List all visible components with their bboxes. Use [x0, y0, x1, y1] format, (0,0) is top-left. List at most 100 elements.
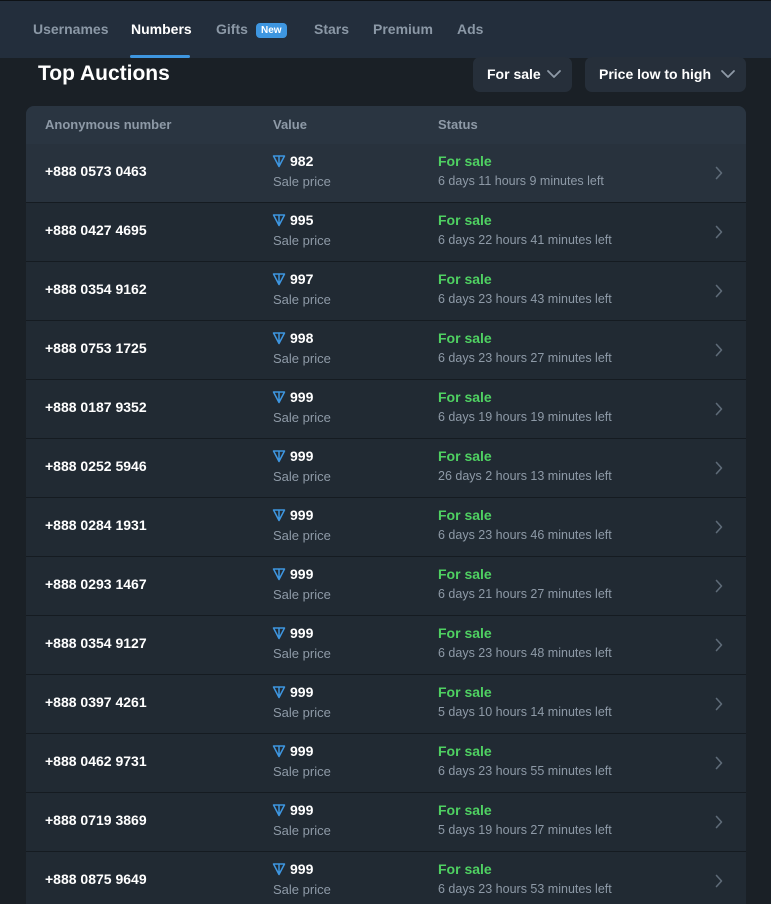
- status-badge: For sale: [438, 153, 492, 169]
- chevron-right-icon[interactable]: [714, 814, 724, 830]
- sale-price-label: Sale price: [273, 764, 331, 779]
- sale-price-label: Sale price: [273, 528, 331, 543]
- chevron-down-icon: [721, 70, 735, 78]
- status-badge: For sale: [438, 861, 492, 877]
- phone-number: +888 0252 5946: [45, 458, 147, 474]
- phone-number: +888 0397 4261: [45, 694, 147, 710]
- sort-label: Price low to high: [599, 66, 712, 82]
- sale-price-value: 997: [290, 271, 314, 287]
- ton-icon: [272, 391, 286, 404]
- time-left: 5 days 19 hours 27 minutes left: [438, 823, 612, 837]
- table-row[interactable]: +888 0875 9649 999 Sale price For sale 6 day…: [26, 852, 746, 904]
- phone-number: +888 0719 3869: [45, 812, 147, 828]
- table-row[interactable]: +888 0462 9731 999 Sale price For sale 6 day…: [26, 734, 746, 793]
- phone-number: +888 0354 9162: [45, 281, 147, 297]
- chevron-right-icon[interactable]: [714, 755, 724, 771]
- tab-premium[interactable]: Premium: [373, 21, 433, 37]
- table-row[interactable]: +888 0719 3869 999 Sale price For sale 5 day…: [26, 793, 746, 852]
- status-badge: For sale: [438, 684, 492, 700]
- sort-dropdown[interactable]: Price low to high: [585, 57, 746, 92]
- sale-price-label: Sale price: [273, 410, 331, 425]
- status-filter-label: For sale: [487, 66, 541, 82]
- phone-number: +888 0293 1467: [45, 576, 147, 592]
- status-filter-dropdown[interactable]: For sale: [473, 57, 572, 92]
- table-row[interactable]: +888 0284 1931 999 Sale price For sale 6 day…: [26, 498, 746, 557]
- page-title: Top Auctions: [38, 62, 170, 85]
- table-row[interactable]: +888 0573 0463 982 Sale price For sale 6 day…: [26, 144, 746, 203]
- table-row[interactable]: +888 0252 5946 999 Sale price For sale 26 da…: [26, 439, 746, 498]
- status-badge: For sale: [438, 802, 492, 818]
- status-badge: For sale: [438, 448, 492, 464]
- tab-stars[interactable]: Stars: [314, 21, 349, 37]
- sale-price-label: Sale price: [273, 292, 331, 307]
- time-left: 6 days 23 hours 43 minutes left: [438, 292, 612, 306]
- status-badge: For sale: [438, 566, 492, 582]
- ton-icon: [272, 627, 286, 640]
- table-row[interactable]: +888 0187 9352 999 Sale price For sale 6 day…: [26, 380, 746, 439]
- ton-icon: [272, 804, 286, 817]
- sale-price-value: 999: [290, 625, 314, 641]
- sale-price-value: 995: [290, 212, 314, 228]
- ton-icon: [272, 568, 286, 581]
- phone-number: +888 0462 9731: [45, 753, 147, 769]
- ton-icon: [272, 332, 286, 345]
- chevron-right-icon[interactable]: [714, 165, 724, 181]
- status-badge: For sale: [438, 212, 492, 228]
- table-row[interactable]: +888 0354 9162 997 Sale price For sale 6 day…: [26, 262, 746, 321]
- chevron-right-icon[interactable]: [714, 578, 724, 594]
- table-row[interactable]: +888 0293 1467 999 Sale price For sale 6 day…: [26, 557, 746, 616]
- phone-number: +888 0354 9127: [45, 635, 147, 651]
- sale-price-value: 999: [290, 448, 314, 464]
- header-anonymous-number[interactable]: Anonymous number: [45, 117, 171, 132]
- table-row[interactable]: +888 0427 4695 995 Sale price For sale 6 day…: [26, 203, 746, 262]
- sale-price-label: Sale price: [273, 587, 331, 602]
- tab-numbers[interactable]: Numbers: [131, 21, 192, 37]
- chevron-right-icon[interactable]: [714, 401, 724, 417]
- sale-price-value: 982: [290, 153, 314, 169]
- status-badge: For sale: [438, 330, 492, 346]
- tab-gifts[interactable]: Gifts: [216, 21, 248, 37]
- chevron-right-icon[interactable]: [714, 696, 724, 712]
- chevron-right-icon[interactable]: [714, 519, 724, 535]
- auctions-table: Anonymous number Value Status +888 0573 …: [26, 106, 746, 904]
- tab-ads[interactable]: Ads: [457, 21, 483, 37]
- table-header: Anonymous number Value Status: [26, 106, 746, 144]
- header-value[interactable]: Value: [273, 117, 307, 132]
- sale-price-value: 998: [290, 330, 314, 346]
- tab-usernames[interactable]: Usernames: [33, 21, 109, 37]
- time-left: 6 days 22 hours 41 minutes left: [438, 233, 612, 247]
- chevron-right-icon[interactable]: [714, 342, 724, 358]
- table-row[interactable]: +888 0753 1725 998 Sale price For sale 6 day…: [26, 321, 746, 380]
- time-left: 6 days 23 hours 27 minutes left: [438, 351, 612, 365]
- time-left: 6 days 19 hours 19 minutes left: [438, 410, 612, 424]
- chevron-right-icon[interactable]: [714, 873, 724, 889]
- ton-icon: [272, 509, 286, 522]
- ton-icon: [272, 450, 286, 463]
- sale-price-value: 999: [290, 802, 314, 818]
- ton-icon: [272, 863, 286, 876]
- table-row[interactable]: +888 0397 4261 999 Sale price For sale 5 day…: [26, 675, 746, 734]
- chevron-right-icon[interactable]: [714, 460, 724, 476]
- time-left: 26 days 2 hours 13 minutes left: [438, 469, 612, 483]
- ton-icon: [272, 745, 286, 758]
- chevron-right-icon[interactable]: [714, 637, 724, 653]
- time-left: 5 days 10 hours 14 minutes left: [438, 705, 612, 719]
- time-left: 6 days 21 hours 27 minutes left: [438, 587, 612, 601]
- sale-price-value: 999: [290, 389, 314, 405]
- table-row[interactable]: +888 0354 9127 999 Sale price For sale 6 day…: [26, 616, 746, 675]
- phone-number: +888 0753 1725: [45, 340, 147, 356]
- top-navigation: Usernames Numbers Gifts New Stars Premiu…: [0, 0, 771, 58]
- phone-number: +888 0284 1931: [45, 517, 147, 533]
- phone-number: +888 0875 9649: [45, 871, 147, 887]
- status-badge: For sale: [438, 271, 492, 287]
- header-status[interactable]: Status: [438, 117, 478, 132]
- chevron-right-icon[interactable]: [714, 283, 724, 299]
- chevron-right-icon[interactable]: [714, 224, 724, 240]
- sale-price-label: Sale price: [273, 351, 331, 366]
- sale-price-value: 999: [290, 507, 314, 523]
- sale-price-label: Sale price: [273, 233, 331, 248]
- sale-price-label: Sale price: [273, 882, 331, 897]
- phone-number: +888 0187 9352: [45, 399, 147, 415]
- chevron-down-icon: [547, 70, 561, 78]
- sale-price-label: Sale price: [273, 646, 331, 661]
